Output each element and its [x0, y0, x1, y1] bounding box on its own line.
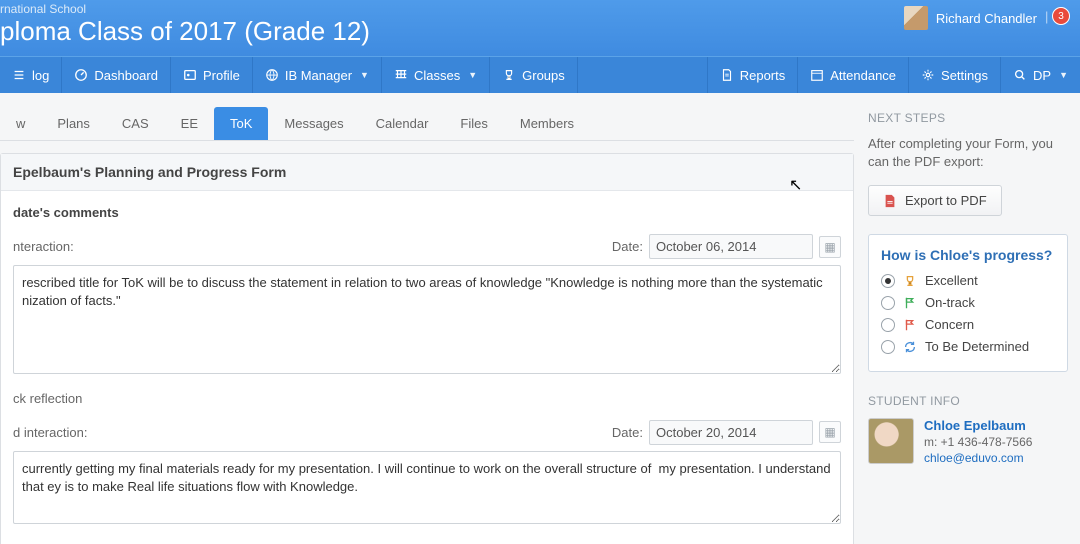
- nav-attendance[interactable]: Attendance: [797, 57, 908, 93]
- student-name[interactable]: Chloe Epelbaum: [924, 418, 1032, 433]
- tab-ee[interactable]: EE: [165, 107, 214, 140]
- tab-members[interactable]: Members: [504, 107, 590, 140]
- nav-reports[interactable]: Reports: [707, 57, 798, 93]
- progress-option-to-be-determined[interactable]: To Be Determined: [881, 339, 1055, 354]
- export-pdf-button[interactable]: Export to PDF: [868, 185, 1002, 216]
- panel-title: Epelbaum's Planning and Progress Form: [1, 154, 853, 191]
- next-steps-text: After completing your Form, you can the …: [868, 135, 1068, 171]
- progress-option-concern[interactable]: Concern: [881, 317, 1055, 332]
- progress-option-label: To Be Determined: [925, 339, 1029, 354]
- student-phone: m: +1 436-478-7566: [924, 435, 1032, 449]
- date-label: Date:: [612, 239, 643, 254]
- calendar-icon[interactable]: ▦: [819, 421, 841, 443]
- tab-files[interactable]: Files: [444, 107, 503, 140]
- date-label: Date:: [612, 425, 643, 440]
- nav-classes[interactable]: Classes▼: [382, 57, 490, 93]
- calendar-icon[interactable]: ▦: [819, 236, 841, 258]
- radio-icon: [881, 340, 895, 354]
- entry-block: d interaction: Date: ▦: [13, 420, 841, 527]
- nav-dashboard[interactable]: Dashboard: [62, 57, 171, 93]
- entry-label: nteraction:: [13, 239, 74, 254]
- notification-count-badge: 3: [1052, 7, 1070, 25]
- entry-label: d interaction:: [13, 425, 87, 440]
- student-avatar[interactable]: [868, 418, 914, 464]
- progress-heading: How is Chloe's progress?: [881, 247, 1055, 263]
- chevron-down-icon: ▼: [360, 70, 369, 80]
- nav-profile[interactable]: Profile: [171, 57, 253, 93]
- tab-plans[interactable]: Plans: [41, 107, 106, 140]
- tab-calendar[interactable]: Calendar: [360, 107, 445, 140]
- student-email[interactable]: chloe@eduvo.com: [924, 451, 1032, 465]
- progress-box: How is Chloe's progress? Excellent On-tra…: [868, 234, 1068, 372]
- next-steps-heading: NEXT STEPS: [868, 111, 1068, 125]
- sidebar: NEXT STEPS After completing your Form, y…: [854, 93, 1080, 465]
- tab-w[interactable]: w: [0, 107, 41, 140]
- progress-option-label: Excellent: [925, 273, 978, 288]
- pdf-icon: [883, 194, 897, 208]
- app-header: rnational School ploma Class of 2017 (Gr…: [0, 0, 1080, 56]
- user-avatar[interactable]: [904, 6, 928, 30]
- radio-icon: [881, 274, 895, 288]
- entry-textarea[interactable]: [13, 451, 841, 524]
- nav-settings[interactable]: Settings: [908, 57, 1000, 93]
- student-info: STUDENT INFO Chloe Epelbaum m: +1 436-47…: [868, 394, 1068, 465]
- user-name[interactable]: Richard Chandler: [936, 11, 1037, 26]
- entry-block: ck reflection: [13, 391, 841, 406]
- date-input[interactable]: [649, 234, 813, 259]
- nav-dp[interactable]: DP▼: [1000, 57, 1080, 93]
- nav-ib-manager[interactable]: IB Manager▼: [253, 57, 382, 93]
- tab-tok[interactable]: ToK: [214, 107, 268, 140]
- form-panel: Epelbaum's Planning and Progress Form da…: [0, 153, 854, 544]
- sub-tabs: wPlansCASEEToKMessagesCalendarFilesMembe…: [0, 107, 854, 141]
- trophy-icon: [903, 274, 917, 288]
- section-heading: date's comments: [13, 205, 841, 220]
- entry-textarea[interactable]: [13, 265, 841, 374]
- progress-option-on-track[interactable]: On-track: [881, 295, 1055, 310]
- notifications-button[interactable]: | 3: [1045, 9, 1070, 28]
- progress-option-label: Concern: [925, 317, 974, 332]
- date-input[interactable]: [649, 420, 813, 445]
- radio-icon: [881, 318, 895, 332]
- chevron-down-icon: ▼: [468, 70, 477, 80]
- entry-label: ck reflection: [13, 391, 82, 406]
- tab-cas[interactable]: CAS: [106, 107, 165, 140]
- main-nav: logDashboardProfileIB Manager▼Classes▼Gr…: [0, 56, 1080, 93]
- nav-groups[interactable]: Groups: [490, 57, 578, 93]
- nav-log[interactable]: log: [0, 57, 62, 93]
- tab-messages[interactable]: Messages: [268, 107, 359, 140]
- refresh-icon: [903, 340, 917, 354]
- radio-icon: [881, 296, 895, 310]
- flag-icon: [903, 318, 917, 332]
- progress-option-label: On-track: [925, 295, 975, 310]
- chevron-down-icon: ▼: [1059, 70, 1068, 80]
- entry-block: nteraction: Date: ▦: [13, 234, 841, 377]
- student-info-heading: STUDENT INFO: [868, 394, 1068, 408]
- flag-icon: [903, 296, 917, 310]
- progress-option-excellent[interactable]: Excellent: [881, 273, 1055, 288]
